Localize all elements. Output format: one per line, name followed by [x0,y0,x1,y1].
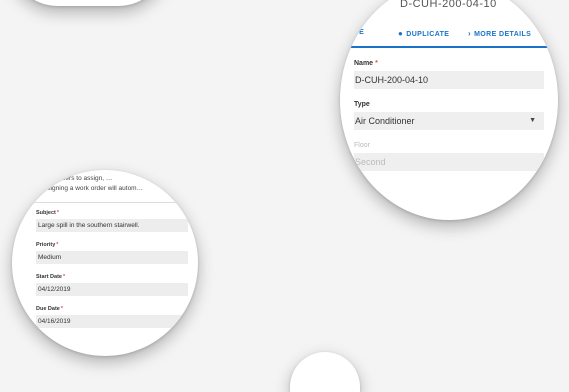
intro-line-2: …assigning a work order will autom… [34,185,144,192]
location-pin-icon: ● [398,29,404,38]
asset-form: Name * D-CUH-200-04-10 Type Air Condition… [354,60,544,183]
more-details-label: MORE DETAILS [474,31,532,38]
due-date-field-label: Due Date* [36,306,63,312]
type-field-label: Type [354,101,370,108]
priority-select[interactable]: Medium [36,251,188,264]
divider [12,202,198,203]
dropdown-caret-icon: ▼ [529,117,536,124]
asset-form-zoom-circle: D-CUH-200-04-10 SAVE ● DUPLICATE › MORE DE… [340,0,558,220]
work-order-zoom-circle: …work orders to assign, … …assigning a w… [12,170,198,356]
more-details-button[interactable]: › MORE DETAILS [468,29,531,38]
start-date-field-label: Start Date* [36,274,66,280]
duplicate-button[interactable]: ● DUPLICATE [398,29,449,38]
type-select-value: Air Conditioner [355,116,415,126]
name-input[interactable]: D-CUH-200-04-10 [354,71,544,89]
save-button[interactable]: SAVE [344,29,364,36]
floor-field-label: Floor [354,142,370,149]
subject-input[interactable]: Large spill in the southern stairwell. [36,219,188,232]
asset-toolbar: SAVE ● DUPLICATE › MORE DETAILS [340,24,558,48]
asset-id-heading: D-CUH-200-04-10 [400,0,497,10]
intro-line-1: …work orders to assign, … [34,175,113,182]
partial-zoom-circle-top [8,0,168,6]
duplicate-label: DUPLICATE [406,31,450,38]
work-order-form: Subject* Large spill in the southern sta… [36,210,192,338]
name-field-label: Name * [354,60,378,67]
work-order-intro-text: …work orders to assign, … …assigning a w… [34,174,194,194]
chevron-right-icon: › [468,29,472,38]
start-date-input[interactable]: 04/12/2019 [36,283,188,296]
subject-field-label: Subject* [36,210,60,216]
floor-input[interactable]: Second [354,153,544,171]
due-date-input[interactable]: 04/16/2019 [36,315,188,328]
partial-zoom-circle-bottom [290,352,360,392]
priority-field-label: Priority* [36,242,59,248]
type-select[interactable]: Air Conditioner ▼ [354,112,544,130]
